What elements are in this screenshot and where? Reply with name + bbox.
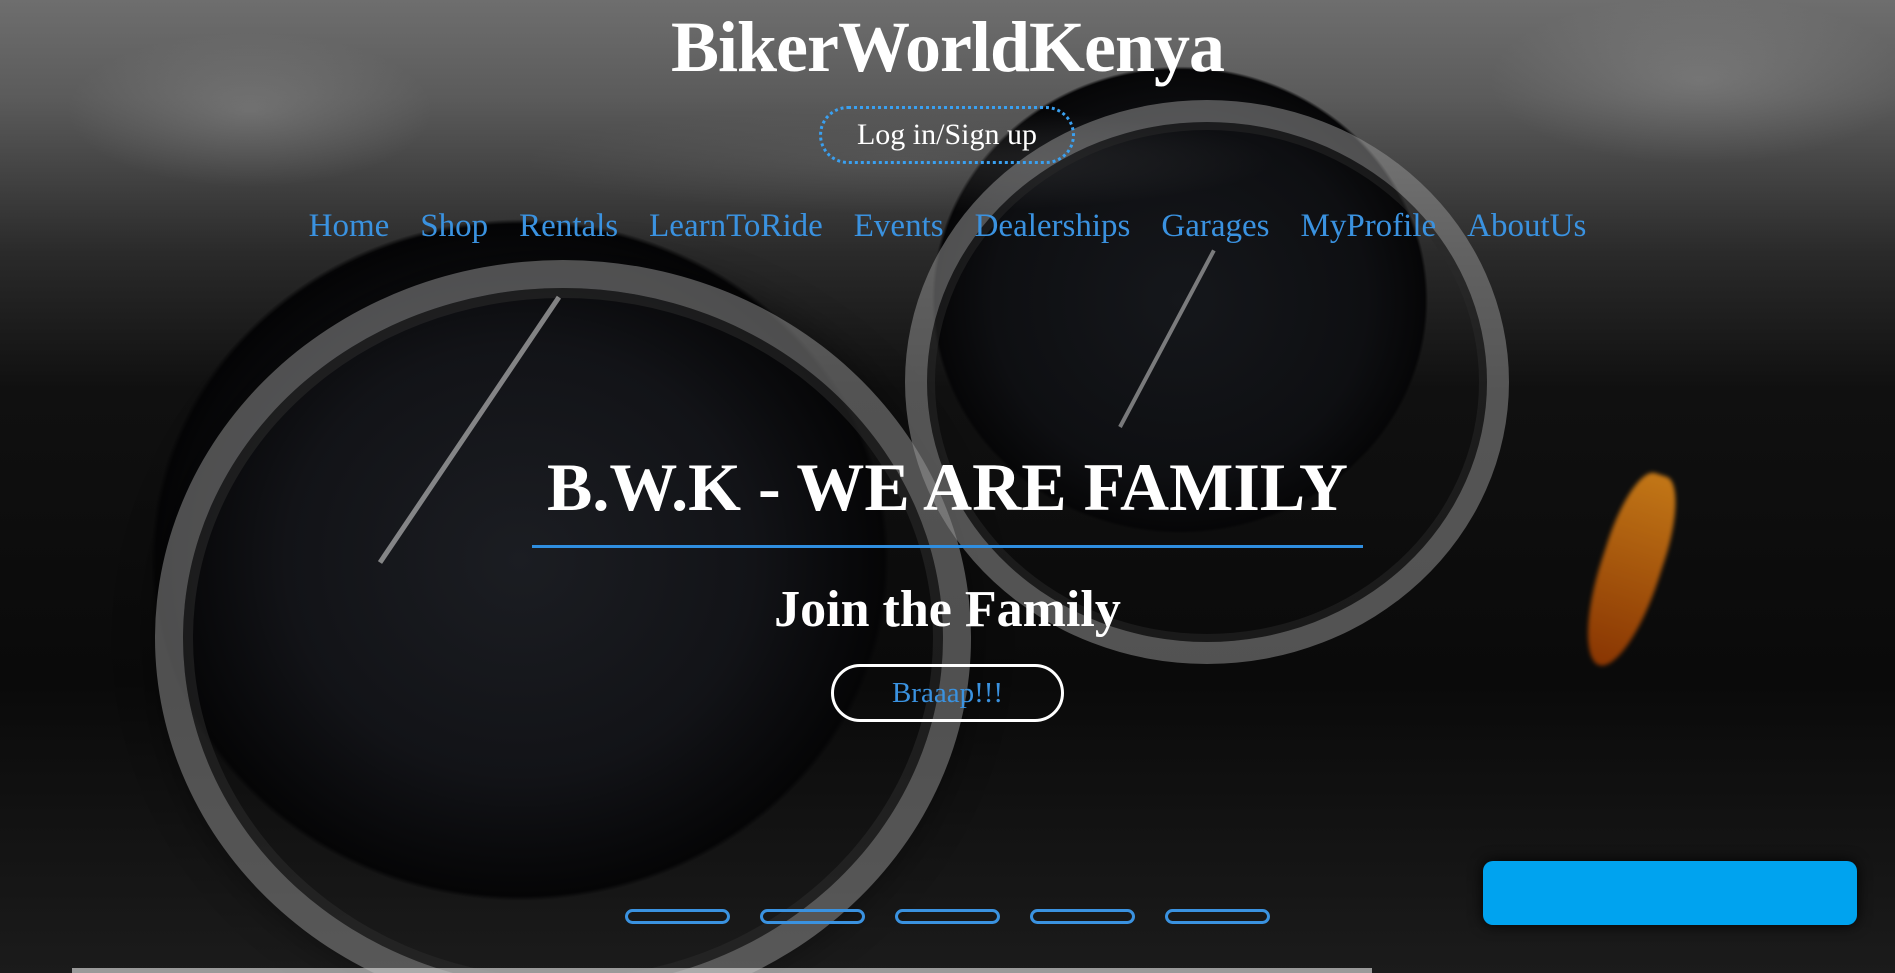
nav-item-rentals[interactable]: Rentals — [519, 208, 618, 245]
carousel-indicator[interactable] — [625, 909, 730, 924]
chat-widget-button[interactable] — [1483, 861, 1857, 925]
carousel-indicators — [625, 909, 1270, 924]
cta-button[interactable]: Braaap!!! — [831, 664, 1064, 722]
carousel-indicator[interactable] — [1165, 909, 1270, 924]
carousel-indicator[interactable] — [760, 909, 865, 924]
hero-subheadline: Join the Family — [774, 581, 1121, 638]
nav-item-myprofile[interactable]: MyProfile — [1301, 208, 1437, 245]
nav-item-garages[interactable]: Garages — [1161, 208, 1269, 245]
page-bottom-divider — [72, 968, 1372, 973]
login-signup-button[interactable]: Log in/Sign up — [819, 106, 1075, 164]
nav-item-dealerships[interactable]: Dealerships — [975, 208, 1131, 245]
headline-divider — [532, 545, 1363, 548]
nav-item-aboutus[interactable]: AboutUs — [1467, 208, 1586, 245]
nav-item-events[interactable]: Events — [854, 208, 944, 245]
carousel-indicator[interactable] — [895, 909, 1000, 924]
site-logo[interactable]: BikerWorldKenya — [0, 6, 1895, 89]
nav-item-home[interactable]: Home — [309, 208, 390, 245]
hero-headline: B.W.K - WE ARE FAMILY — [546, 449, 1349, 525]
carousel-indicator[interactable] — [1030, 909, 1135, 924]
nav-item-shop[interactable]: Shop — [420, 208, 488, 245]
nav-item-learntoride[interactable]: LearnToRide — [649, 208, 823, 245]
main-nav: Home Shop Rentals LearnToRide Events Dea… — [0, 208, 1895, 245]
